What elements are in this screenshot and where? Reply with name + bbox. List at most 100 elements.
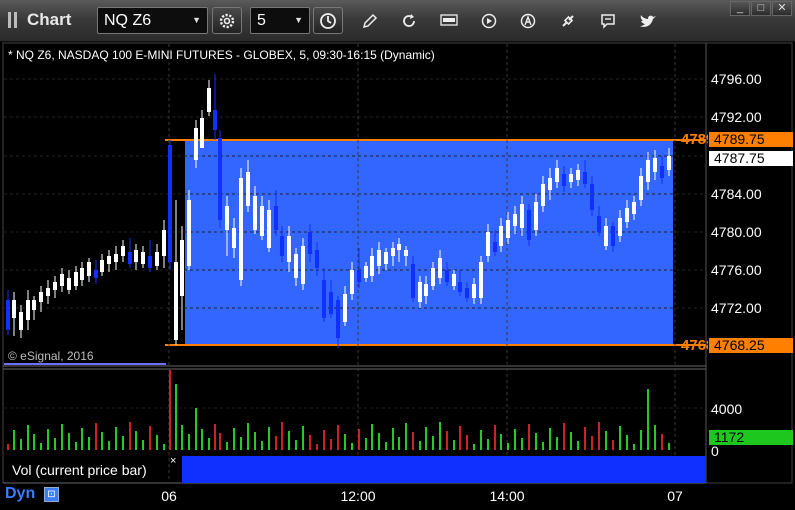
candle-body: [513, 214, 517, 226]
candle-body: [370, 256, 374, 276]
comment-icon[interactable]: [597, 10, 619, 32]
time-axis-label: 07: [667, 488, 683, 504]
candle-body: [26, 300, 30, 320]
candle-body: [114, 254, 118, 262]
gear-icon: [219, 13, 235, 28]
candle-body: [357, 270, 361, 282]
chart-header: * NQ Z6, NASDAQ 100 E-MINI FUTURES - GLO…: [8, 48, 435, 62]
candle-body: [100, 260, 104, 272]
volume-label-band: [182, 456, 706, 483]
candle-body: [411, 264, 415, 298]
window-title: Chart: [27, 10, 72, 29]
price-axis-label: 4780.00: [711, 224, 762, 240]
play-icon[interactable]: [478, 10, 500, 32]
candle-body: [232, 228, 236, 248]
candle-body: [541, 184, 545, 206]
candle-body: [287, 236, 291, 262]
candle-body: [555, 168, 559, 182]
candle-body: [280, 236, 284, 256]
candle-body: [431, 268, 435, 286]
candle-body: [187, 200, 191, 266]
alert-icon[interactable]: [517, 10, 539, 32]
candle-body: [604, 226, 608, 246]
settings-button[interactable]: [212, 7, 242, 34]
candle-body: [94, 270, 98, 278]
candle-body: [246, 172, 250, 206]
candle-body: [364, 266, 368, 278]
candle-body: [174, 262, 178, 340]
volume-study-label[interactable]: Vol (current price bar): [6, 458, 153, 482]
candle-body: [506, 220, 510, 238]
twitter-icon[interactable]: [637, 10, 659, 32]
candle-body: [141, 252, 145, 264]
dynamic-mode-label[interactable]: Dyn: [5, 485, 35, 503]
candle-body: [350, 270, 354, 294]
symbol-selector[interactable]: NQ Z6 ▼: [97, 7, 208, 34]
candle-body: [200, 118, 204, 148]
data-icon[interactable]: [438, 10, 460, 32]
upper-level-edge-label: 4789.75: [681, 131, 708, 148]
candle-body: [377, 250, 381, 266]
candle-body: [218, 138, 222, 220]
maximize-button[interactable]: □: [751, 1, 771, 16]
upper-level-tag: 4789.75: [709, 132, 793, 147]
candle-body: [294, 254, 298, 278]
candle-body: [19, 312, 23, 330]
candle-body: [60, 274, 64, 286]
candle-body: [404, 250, 408, 256]
candle-body: [274, 206, 278, 230]
time-axis-label: 12:00: [340, 488, 376, 504]
close-button[interactable]: ✕: [772, 1, 792, 16]
candle-body: [162, 230, 166, 256]
candle-body: [472, 284, 476, 298]
candle-body: [225, 206, 229, 230]
candle-body: [458, 282, 462, 292]
chart-canvas[interactable]: [0, 42, 795, 510]
lock-icon[interactable]: ⊡: [44, 487, 59, 502]
candle-body: [329, 292, 333, 314]
price-axis-label: 4792.00: [711, 109, 762, 125]
candle-body: [597, 216, 601, 232]
candle-body: [121, 246, 125, 256]
minimize-button[interactable]: _: [730, 1, 750, 16]
candle-body: [74, 272, 78, 286]
interval-selector[interactable]: 5 ▼: [250, 7, 310, 34]
candle-body: [486, 232, 490, 256]
candle-body: [213, 110, 217, 130]
candle-body: [667, 156, 671, 170]
candle-body: [548, 178, 552, 190]
volume-axis-label: 0: [711, 443, 719, 459]
candle-body: [384, 252, 388, 264]
candle-body: [639, 176, 643, 200]
candle-body: [155, 252, 159, 266]
candle-body: [253, 196, 257, 230]
time-template-button[interactable]: [313, 7, 343, 34]
interval-value: 5: [257, 12, 266, 29]
link-icon[interactable]: [557, 10, 579, 32]
candle-body: [239, 178, 243, 280]
candle-body: [32, 300, 36, 310]
candle-body: [87, 262, 91, 276]
candle-body: [322, 280, 326, 318]
price-axis-label: 4772.00: [711, 300, 762, 316]
time-axis-label: 06: [161, 488, 177, 504]
lower-level-edge-label: 4768.25: [681, 337, 708, 354]
close-study-button[interactable]: ×: [170, 455, 176, 467]
candle-body: [569, 174, 573, 182]
candle-body: [562, 174, 566, 186]
clock-icon: [320, 12, 336, 29]
copyright-text: © eSignal, 2016: [8, 349, 94, 363]
candle-body: [6, 300, 10, 330]
candle-body: [260, 206, 264, 236]
candle-body: [134, 250, 138, 262]
candle-body: [148, 256, 152, 268]
refresh-icon[interactable]: [398, 10, 420, 32]
candle-body: [534, 202, 538, 230]
candle-body: [438, 258, 442, 278]
pencil-icon[interactable]: [359, 10, 381, 32]
candle-body: [632, 202, 636, 214]
candle-body: [194, 128, 198, 160]
candle-body: [397, 244, 401, 250]
candle-body: [53, 282, 57, 290]
candle-body: [12, 300, 16, 318]
